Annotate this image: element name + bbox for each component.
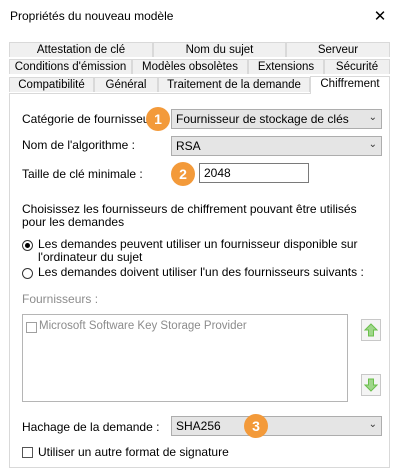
- tab-traitement-demande[interactable]: Traitement de la demande: [158, 77, 310, 92]
- tab-attestation-cle[interactable]: Attestation de clé: [9, 42, 153, 57]
- tab-panel-chiffrement: Catégorie de fournisseur : 1 Fournisseur…: [9, 93, 390, 468]
- window-title: Propriétés du nouveau modèle: [10, 9, 174, 23]
- choose-providers-text-line2: pour les demandes: [22, 215, 125, 229]
- choose-providers-text-line1: Choisissez les fournisseurs de chiffreme…: [22, 202, 357, 216]
- chevron-down-icon: ⌄: [368, 139, 377, 150]
- tab-securite[interactable]: Sécurité: [324, 59, 390, 74]
- tab-modeles-obsoletes[interactable]: Modèles obsolètes: [132, 59, 248, 74]
- tab-extensions[interactable]: Extensions: [248, 59, 324, 74]
- request-hash-label: Hachage de la demande :: [22, 420, 160, 434]
- provider-category-select[interactable]: Fournisseur de stockage de clés ⌄: [171, 109, 382, 129]
- alt-signature-format-checkbox[interactable]: [22, 447, 33, 458]
- min-key-size-input[interactable]: 2048: [199, 163, 309, 183]
- move-up-button[interactable]: [361, 319, 381, 341]
- radio-specific-provider[interactable]: [22, 268, 33, 279]
- request-hash-select[interactable]: SHA256 ⌄: [171, 416, 382, 436]
- algorithm-label: Nom de l'algorithme :: [22, 138, 136, 152]
- close-icon: ✕: [373, 8, 387, 25]
- provider-category-label: Catégorie de fournisseur :: [22, 112, 161, 126]
- move-down-button[interactable]: [361, 374, 381, 396]
- radio-any-provider-label-line1[interactable]: Les demandes peuvent utiliser un fournis…: [38, 237, 358, 251]
- close-button[interactable]: ✕: [362, 0, 398, 32]
- provider-item-label: Microsoft Software Key Storage Provider: [39, 320, 247, 332]
- tab-conditions-emission[interactable]: Conditions d'émission: [9, 59, 132, 74]
- providers-label: Fournisseurs :: [22, 292, 99, 306]
- callout-badge-1: 1: [146, 107, 170, 131]
- radio-specific-provider-label[interactable]: Les demandes doivent utiliser l'un des f…: [38, 265, 364, 279]
- chevron-down-icon: ⌄: [368, 112, 377, 123]
- algorithm-select[interactable]: RSA ⌄: [171, 136, 382, 156]
- callout-badge-2: 2: [171, 162, 195, 186]
- callout-badge-3: 3: [244, 414, 268, 438]
- min-key-size-value: 2048: [204, 166, 231, 180]
- algorithm-value: RSA: [176, 139, 201, 153]
- radio-any-provider-label-line2[interactable]: l'ordinateur du sujet: [38, 250, 142, 264]
- alt-signature-format-label[interactable]: Utiliser un autre format de signature: [38, 445, 229, 459]
- tab-general[interactable]: Général: [94, 77, 158, 92]
- arrow-down-icon: [364, 378, 378, 392]
- provider-category-value: Fournisseur de stockage de clés: [176, 112, 349, 126]
- arrow-up-icon: [364, 323, 378, 337]
- providers-listbox[interactable]: Microsoft Software Key Storage Provider: [22, 314, 348, 402]
- tab-nom-sujet[interactable]: Nom du sujet: [153, 42, 286, 57]
- tab-serveur[interactable]: Serveur: [286, 42, 390, 57]
- tab-chiffrement[interactable]: Chiffrement: [310, 76, 390, 94]
- min-key-size-label: Taille de clé minimale :: [22, 167, 143, 181]
- title-bar: Propriétés du nouveau modèle ✕: [0, 0, 398, 32]
- request-hash-value: SHA256: [176, 419, 221, 433]
- chevron-down-icon: ⌄: [368, 419, 377, 430]
- provider-item-checkbox[interactable]: [26, 322, 37, 333]
- radio-any-provider[interactable]: [22, 240, 33, 251]
- tab-compatibilite[interactable]: Compatibilité: [9, 77, 94, 92]
